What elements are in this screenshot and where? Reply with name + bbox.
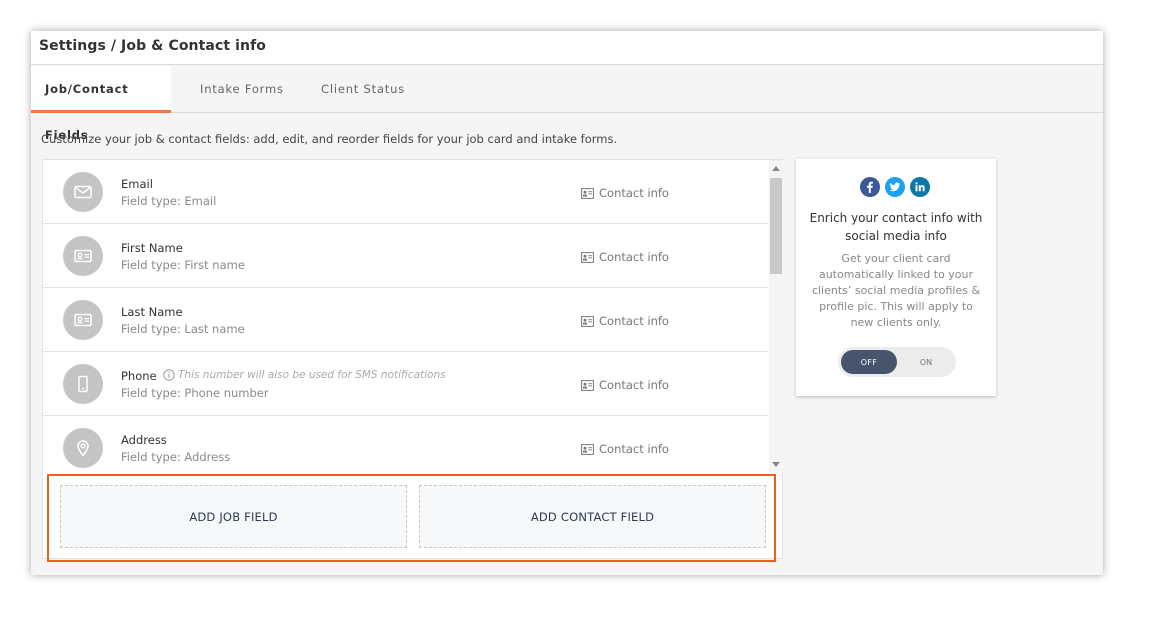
contact-card-icon — [581, 443, 594, 455]
field-type: Field type: Address — [121, 450, 231, 464]
field-type: Field type: Email — [121, 194, 217, 208]
field-category-label: Contact info — [599, 378, 669, 392]
field-name: Phone — [121, 369, 157, 383]
social-media-panel: Enrich your contact info with social med… — [796, 159, 996, 396]
field-name: Last Name — [121, 305, 183, 319]
toggle-on-option[interactable]: ON — [908, 350, 944, 374]
field-category: Contact info — [581, 250, 669, 264]
linkedin-icon — [910, 177, 930, 197]
field-name: First Name — [121, 241, 183, 255]
settings-window: Settings / Job & Contact info Job/Contac… — [31, 31, 1103, 575]
social-icons — [860, 177, 936, 197]
contact-card-icon — [581, 187, 594, 199]
id-card-icon — [63, 236, 103, 276]
social-media-toggle[interactable]: OFF ON — [838, 347, 956, 377]
field-name: Email — [121, 177, 153, 191]
scroll-up-arrow-icon[interactable] — [772, 166, 780, 171]
map-pin-icon — [63, 428, 103, 468]
field-name: Address — [121, 433, 167, 447]
contact-card-icon — [581, 379, 594, 391]
title-bar: Settings / Job & Contact info — [31, 31, 1103, 65]
fields-rows: Email Field type: Email Contact info Fir… — [43, 160, 768, 472]
field-type: Field type: First name — [121, 258, 245, 272]
social-panel-description: Get your client card automatically linke… — [811, 252, 981, 329]
field-category: Contact info — [581, 442, 669, 456]
field-note: This number will also be used for SMS no… — [178, 369, 446, 381]
field-type: Field type: Last name — [121, 322, 245, 336]
field-category: Contact info — [581, 314, 669, 328]
contact-card-icon — [581, 251, 594, 263]
tab-client-status[interactable]: Client Status — [307, 66, 419, 113]
scroll-down-arrow-icon[interactable] — [772, 462, 780, 467]
twitter-icon — [885, 177, 905, 197]
field-category-label: Contact info — [599, 250, 669, 264]
facebook-icon — [860, 177, 880, 197]
info-icon[interactable] — [163, 369, 175, 381]
id-card-icon — [63, 300, 103, 340]
field-category-label: Contact info — [599, 442, 669, 456]
tab-bar: Job/Contact Fields Intake Forms Client S… — [31, 66, 1103, 142]
mobile-phone-icon — [63, 364, 103, 404]
social-panel-heading: Enrich your contact info with social med… — [809, 211, 983, 243]
tab-intake-forms[interactable]: Intake Forms — [186, 66, 298, 113]
field-category: Contact info — [581, 186, 669, 200]
contact-card-icon — [581, 315, 594, 327]
field-category-label: Contact info — [599, 186, 669, 200]
envelope-icon — [63, 172, 103, 212]
tab-job-contact-fields[interactable]: Job/Contact Fields — [31, 66, 171, 142]
field-row-first-name[interactable]: First Name Field type: First name Contac… — [43, 224, 768, 288]
scrollbar-thumb[interactable] — [770, 178, 782, 274]
page-description: Customize your job & contact fields: add… — [41, 132, 618, 146]
field-type: Field type: Phone number — [121, 386, 269, 400]
toggle-off-option[interactable]: OFF — [841, 350, 897, 374]
add-buttons-highlight — [47, 474, 776, 562]
field-row-address[interactable]: Address Field type: Address Contact info — [43, 416, 768, 472]
field-row-last-name[interactable]: Last Name Field type: Last name Contact … — [43, 288, 768, 352]
page-title: Settings / Job & Contact info — [39, 38, 266, 54]
field-category-label: Contact info — [599, 314, 669, 328]
list-scrollbar[interactable] — [769, 160, 783, 472]
field-row-phone[interactable]: Phone This number will also be used for … — [43, 352, 768, 416]
field-row-email[interactable]: Email Field type: Email Contact info — [43, 160, 768, 224]
field-category: Contact info — [581, 378, 669, 392]
